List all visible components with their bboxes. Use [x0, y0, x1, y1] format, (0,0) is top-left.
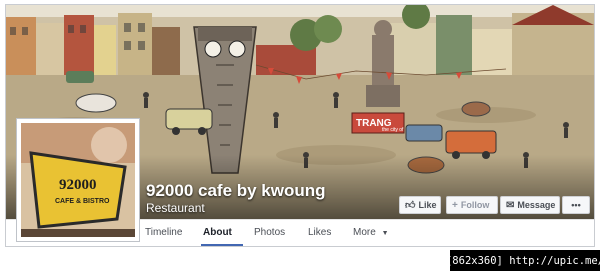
active-tab-indicator — [201, 244, 243, 246]
caret-down-icon: ▼ — [381, 230, 389, 237]
page-title: 92000 cafe by kwoung — [146, 181, 326, 200]
plus-icon: + — [452, 199, 458, 211]
tab-more[interactable]: More ▼ — [353, 227, 389, 238]
tab-more-label: More — [353, 227, 376, 238]
message-icon: ✉ — [506, 199, 515, 211]
image-watermark: [862x360] http://upic.me/ — [446, 250, 600, 271]
page-header: TRANG the city of 92000 CAFE & BISTRO 92… — [5, 4, 595, 247]
tab-photos[interactable]: Photos — [254, 227, 285, 238]
cover-sign-subtext: the city of — [382, 127, 404, 133]
more-options-button[interactable]: ••• — [562, 196, 590, 214]
like-button[interactable]: 👍︎ Like — [399, 196, 441, 214]
tab-about[interactable]: About — [203, 227, 232, 238]
follow-button[interactable]: + Follow — [446, 196, 498, 214]
profile-picture[interactable]: 92000 CAFE & BISTRO — [16, 118, 140, 242]
thumbs-up-icon: 👍︎ — [405, 200, 416, 211]
like-label: Like — [418, 200, 437, 210]
profile-sign-subtitle: CAFE & BISTRO — [55, 198, 110, 205]
profile-sign-number: 92000 — [59, 177, 97, 193]
message-button[interactable]: ✉ Message — [500, 196, 560, 214]
tab-timeline[interactable]: Timeline — [145, 227, 182, 238]
follow-label: Follow — [460, 200, 490, 210]
tab-likes[interactable]: Likes — [308, 227, 331, 238]
message-label: Message — [517, 200, 556, 210]
profile-sign-illustration: 92000 CAFE & BISTRO — [21, 123, 135, 237]
page-category[interactable]: Restaurant — [146, 201, 205, 215]
more-options-label: ••• — [571, 200, 581, 210]
